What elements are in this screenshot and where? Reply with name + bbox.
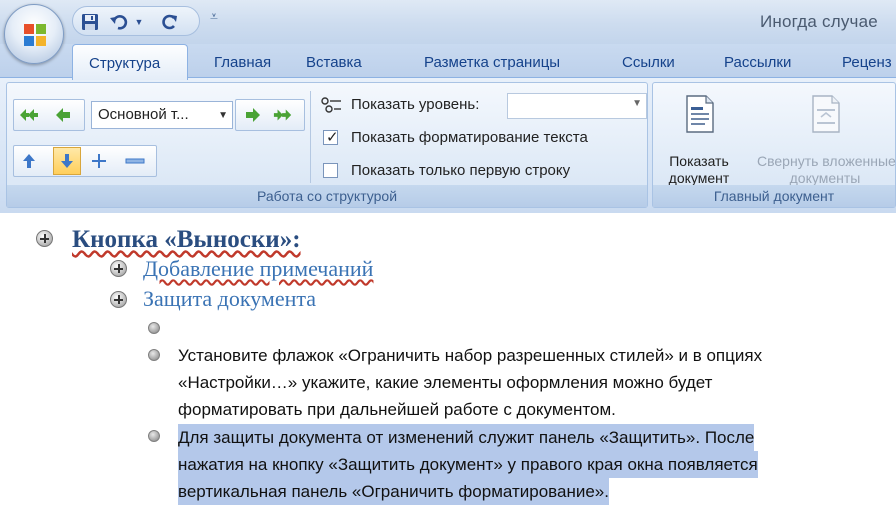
title-bar: ▼ ⩡ Иногда случае xyxy=(0,0,896,44)
paragraph-line: вертикальная панель «Ограничить форматир… xyxy=(178,478,609,505)
outline-level-value: Основной т... xyxy=(98,106,189,123)
chevron-down-icon: ▼ xyxy=(632,98,642,109)
heading-level2-item: Защита документа xyxy=(143,286,317,311)
document-area[interactable]: Кнопка «Выноски»: Добавление примечаний … xyxy=(0,214,896,508)
collapse-icon[interactable] xyxy=(123,149,147,173)
tab-home[interactable]: Главная xyxy=(214,54,271,71)
tab-structure[interactable]: Структура xyxy=(72,44,188,80)
tab-review[interactable]: Реценз xyxy=(842,54,892,71)
move-down-icon[interactable] xyxy=(53,147,81,175)
outline-tools-group: Основной т... ▼ Показать уровень: ▼ ✓ По… xyxy=(6,82,648,208)
show-level-icon xyxy=(321,97,341,113)
customize-qat-icon[interactable]: ⩡ xyxy=(210,8,218,25)
show-formatting-label: Показать форматирование текста xyxy=(351,129,588,146)
tab-insert[interactable]: Вставка xyxy=(306,54,362,71)
selected-body-paragraph: Для защиты документа от изменений служит… xyxy=(178,424,890,505)
save-icon[interactable] xyxy=(79,11,101,33)
tab-references[interactable]: Ссылки xyxy=(622,54,675,71)
document-icon xyxy=(686,95,714,133)
demote-icon[interactable] xyxy=(243,103,263,127)
outline-tools-caption: Работа со структурой xyxy=(7,185,647,207)
undo-icon[interactable] xyxy=(109,11,131,33)
paragraph-line: Для защиты документа от изменений служит… xyxy=(178,424,755,451)
undo-dropdown-icon[interactable]: ▼ xyxy=(133,11,145,33)
show-document-button[interactable]: Показать документ xyxy=(657,91,741,187)
expand-outline-icon[interactable] xyxy=(110,291,127,308)
body-text-bullet-icon[interactable] xyxy=(148,322,160,334)
show-first-line-checkbox[interactable] xyxy=(323,163,338,178)
expand-outline-icon[interactable] xyxy=(36,230,53,247)
body-paragraph: Установите флажок «Ограничить набор разр… xyxy=(178,342,890,423)
promote-icon[interactable] xyxy=(53,103,73,127)
paragraph-line: форматировать при дальнейшей работе с до… xyxy=(178,400,616,419)
paragraph-line: «Настройки…» укажите, какие элементы офо… xyxy=(178,373,713,392)
collapse-subdocuments-button[interactable]: Свернуть вложенные документы xyxy=(757,91,896,187)
show-level-label: Показать уровень: xyxy=(351,96,480,113)
show-formatting-checkbox[interactable]: ✓ xyxy=(323,129,339,146)
quick-access-toolbar: ▼ xyxy=(72,6,200,36)
promote-to-heading1-icon[interactable] xyxy=(19,103,39,127)
master-document-group: Показать документ Свернуть вложенные док… xyxy=(652,82,896,208)
demote-to-body-icon[interactable] xyxy=(273,103,293,127)
collapse-subdocuments-label-line1: Свернуть вложенные xyxy=(757,153,896,169)
heading-level1: Кнопка «Выноски»: xyxy=(72,226,301,253)
group-divider xyxy=(310,91,311,183)
window-title: Иногда случае xyxy=(760,12,878,31)
expand-icon[interactable] xyxy=(89,149,109,173)
tab-page-layout[interactable]: Разметка страницы xyxy=(424,54,560,71)
move-up-icon[interactable] xyxy=(19,149,39,173)
checkmark-icon: ✓ xyxy=(326,129,339,146)
paragraph-line: нажатия на кнопку «Защитить документ» у … xyxy=(178,451,758,478)
show-level-combo[interactable]: ▼ xyxy=(507,93,647,119)
body-text-bullet-icon[interactable] xyxy=(148,349,160,361)
show-first-line-label: Показать только первую строку xyxy=(351,162,571,179)
paragraph-line: Установите флажок «Ограничить набор разр… xyxy=(178,346,763,365)
tab-mailings[interactable]: Рассылки xyxy=(724,54,791,71)
redo-icon[interactable] xyxy=(159,11,181,33)
ribbon-tabs: Структура Главная Вставка Разметка стран… xyxy=(0,44,896,80)
ribbon: Основной т... ▼ Показать уровень: ▼ ✓ По… xyxy=(0,77,896,213)
subdocument-icon xyxy=(812,95,840,133)
heading-level2-item: Добавление примечаний xyxy=(143,256,374,281)
office-button[interactable] xyxy=(4,4,64,64)
office-logo-icon xyxy=(24,24,46,46)
expand-outline-icon[interactable] xyxy=(110,260,127,277)
show-document-label-line1: Показать xyxy=(669,153,729,169)
chevron-down-icon: ▼ xyxy=(218,110,228,121)
body-text-bullet-icon[interactable] xyxy=(148,430,160,442)
outline-level-combo[interactable]: Основной т... ▼ xyxy=(91,101,233,129)
master-document-caption: Главный документ xyxy=(653,185,895,207)
